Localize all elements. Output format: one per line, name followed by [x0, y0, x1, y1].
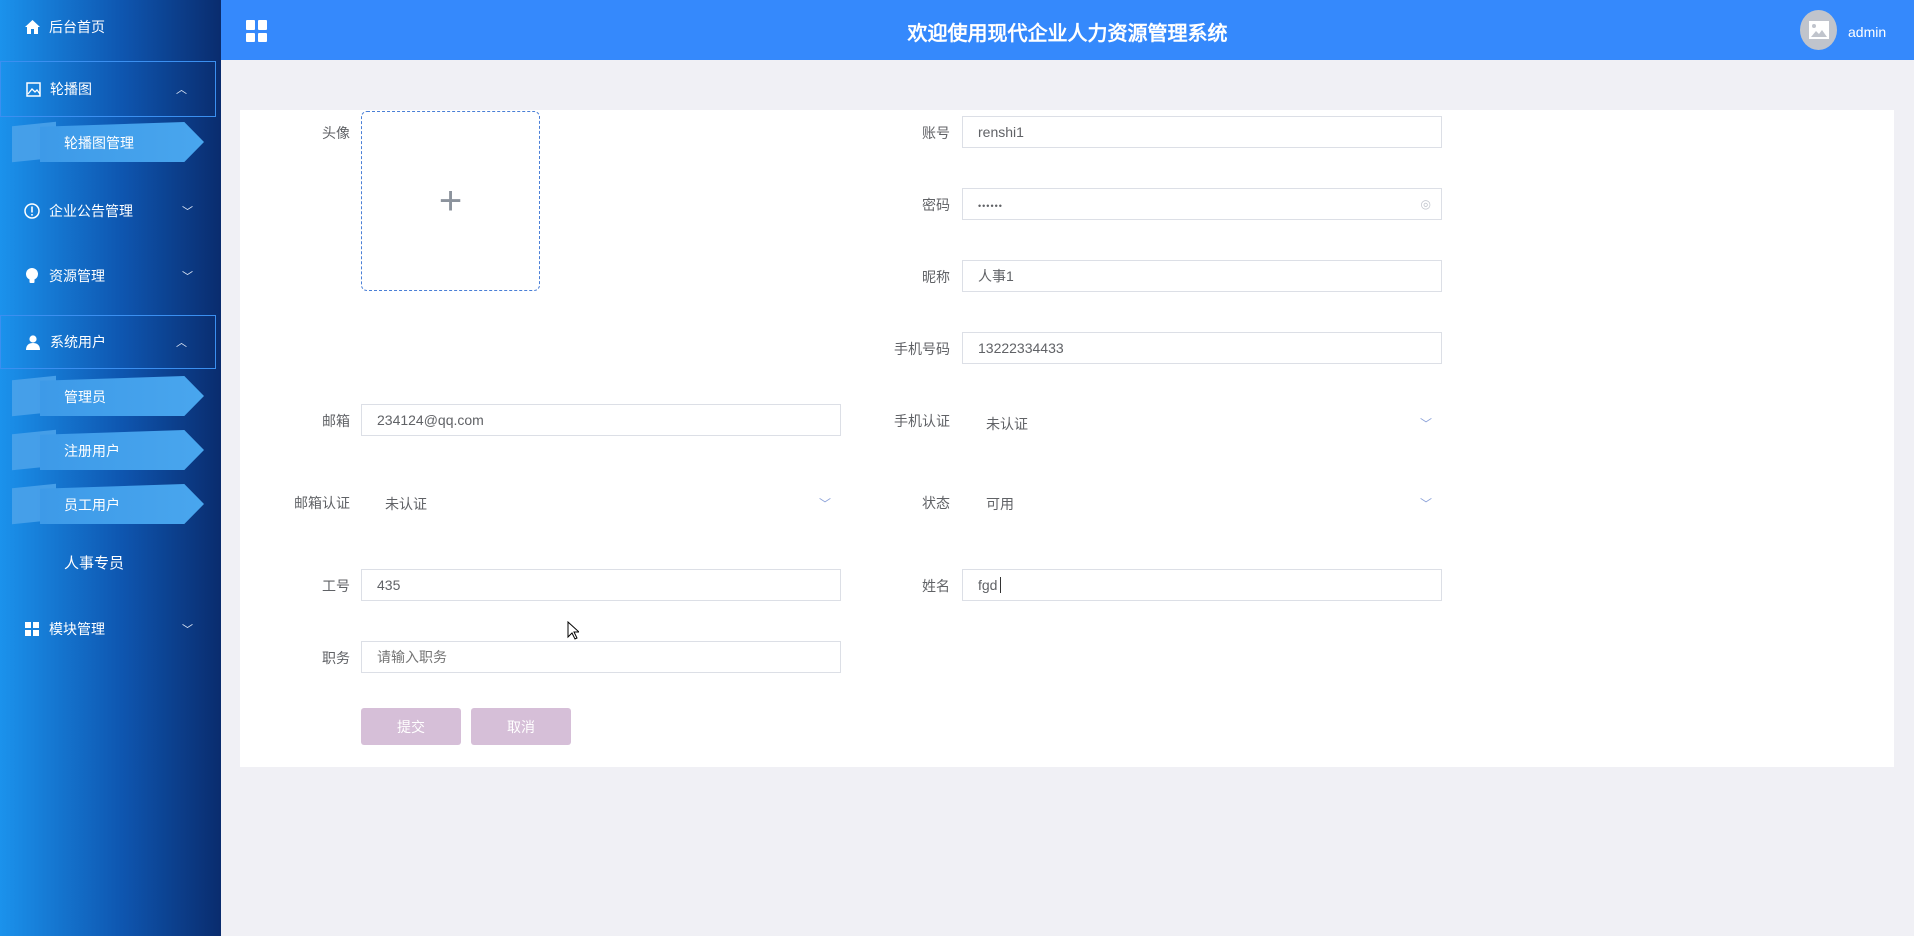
nav-carousel-manage[interactable]: 轮播图管理 — [12, 121, 204, 163]
chevron-down-icon: ﹀ — [1419, 417, 1432, 431]
email-verify-select[interactable]: 未认证 ﹀ — [361, 488, 841, 520]
nav-registered-label: 注册用户 — [64, 443, 120, 459]
email-input[interactable] — [361, 404, 841, 436]
cancel-button[interactable]: 取消 — [471, 708, 571, 745]
chevron-down-icon: ﹀ — [182, 624, 193, 636]
nav-carousel[interactable]: 轮播图 ︿ — [0, 61, 216, 117]
image-icon — [25, 81, 41, 97]
avatar-label: 头像 — [322, 125, 350, 141]
status-label: 状态 — [922, 495, 950, 511]
name-label: 姓名 — [922, 578, 950, 594]
position-input[interactable] — [361, 641, 841, 673]
phone-input[interactable] — [962, 332, 1442, 364]
nav-resource[interactable]: 资源管理 ﹀ — [0, 261, 221, 291]
user-icon — [25, 334, 41, 350]
nav-registered[interactable]: 注册用户 — [12, 429, 204, 471]
chevron-down-icon: ﹀ — [1419, 497, 1432, 511]
bulb-icon — [24, 268, 40, 284]
chevron-down-icon: ﹀ — [182, 271, 193, 283]
chevron-up-icon: ︿ — [176, 84, 187, 96]
position-label: 职务 — [322, 650, 350, 666]
nav-home[interactable]: 后台首页 — [0, 12, 221, 42]
nav-hr[interactable]: 人事专员 — [64, 552, 124, 573]
nav-notice-label: 企业公告管理 — [49, 203, 133, 219]
nickname-input[interactable] — [962, 260, 1442, 292]
nickname-label: 昵称 — [922, 269, 950, 285]
nav-notice[interactable]: 企业公告管理 ﹀ — [0, 196, 221, 226]
name-input[interactable]: fgd — [962, 569, 1442, 601]
phone-verify-select[interactable]: 未认证 ﹀ — [962, 408, 1442, 440]
nav-carousel-manage-label: 轮播图管理 — [64, 135, 134, 151]
nav-module[interactable]: 模块管理 ﹀ — [0, 614, 221, 644]
jobno-input[interactable] — [361, 569, 841, 601]
chevron-up-icon: ︿ — [176, 337, 187, 349]
email-verify-label: 邮箱认证 — [294, 495, 350, 511]
nav-admin-label: 管理员 — [64, 389, 106, 405]
header: 欢迎使用现代企业人力资源管理系统 admin — [221, 0, 1914, 60]
mouse-cursor-icon — [567, 620, 581, 643]
nav-employee[interactable]: 员工用户 — [12, 483, 204, 525]
nav-home-label: 后台首页 — [49, 19, 105, 35]
account-label: 账号 — [922, 125, 950, 141]
nav-module-label: 模块管理 — [49, 621, 105, 637]
nav-resource-label: 资源管理 — [49, 268, 105, 284]
password-label: 密码 — [922, 197, 950, 213]
status-select[interactable]: 可用 ﹀ — [962, 488, 1442, 520]
eye-icon[interactable]: ◎ — [1421, 189, 1431, 219]
submit-button[interactable]: 提交 — [361, 708, 461, 745]
image-icon — [1808, 21, 1829, 39]
phone-label: 手机号码 — [894, 341, 950, 357]
account-input[interactable] — [962, 116, 1442, 148]
avatar[interactable] — [1800, 10, 1837, 50]
nav-admin[interactable]: 管理员 — [12, 375, 204, 417]
chevron-down-icon: ﹀ — [182, 206, 193, 218]
nav-sysuser[interactable]: 系统用户 ︿ — [0, 315, 216, 369]
nav-employee-label: 员工用户 — [64, 497, 120, 513]
password-input[interactable]: •••••• ◎ — [962, 188, 1442, 220]
phone-verify-label: 手机认证 — [894, 413, 950, 429]
user-form: 头像 + 账号 密码 ••••••◎ 昵称 手机号码 邮箱 手机认证 未认证﹀ … — [240, 110, 1894, 767]
grid-icon — [24, 621, 40, 637]
sidebar: 后台首页 轮播图 ︿ 轮播图管理 企业公告管理 ﹀ 资源管理 ﹀ 系统用户 ︿ … — [0, 0, 221, 936]
user-name[interactable]: admin — [1848, 24, 1886, 40]
avatar-upload[interactable]: + — [361, 111, 540, 291]
info-icon — [24, 203, 40, 219]
email-label: 邮箱 — [322, 413, 350, 429]
home-icon — [24, 19, 40, 35]
plus-icon: + — [438, 178, 463, 223]
nav-sysuser-label: 系统用户 — [50, 334, 106, 350]
nav-carousel-label: 轮播图 — [50, 81, 92, 97]
jobno-label: 工号 — [322, 578, 350, 594]
page-title: 欢迎使用现代企业人力资源管理系统 — [907, 23, 1228, 45]
